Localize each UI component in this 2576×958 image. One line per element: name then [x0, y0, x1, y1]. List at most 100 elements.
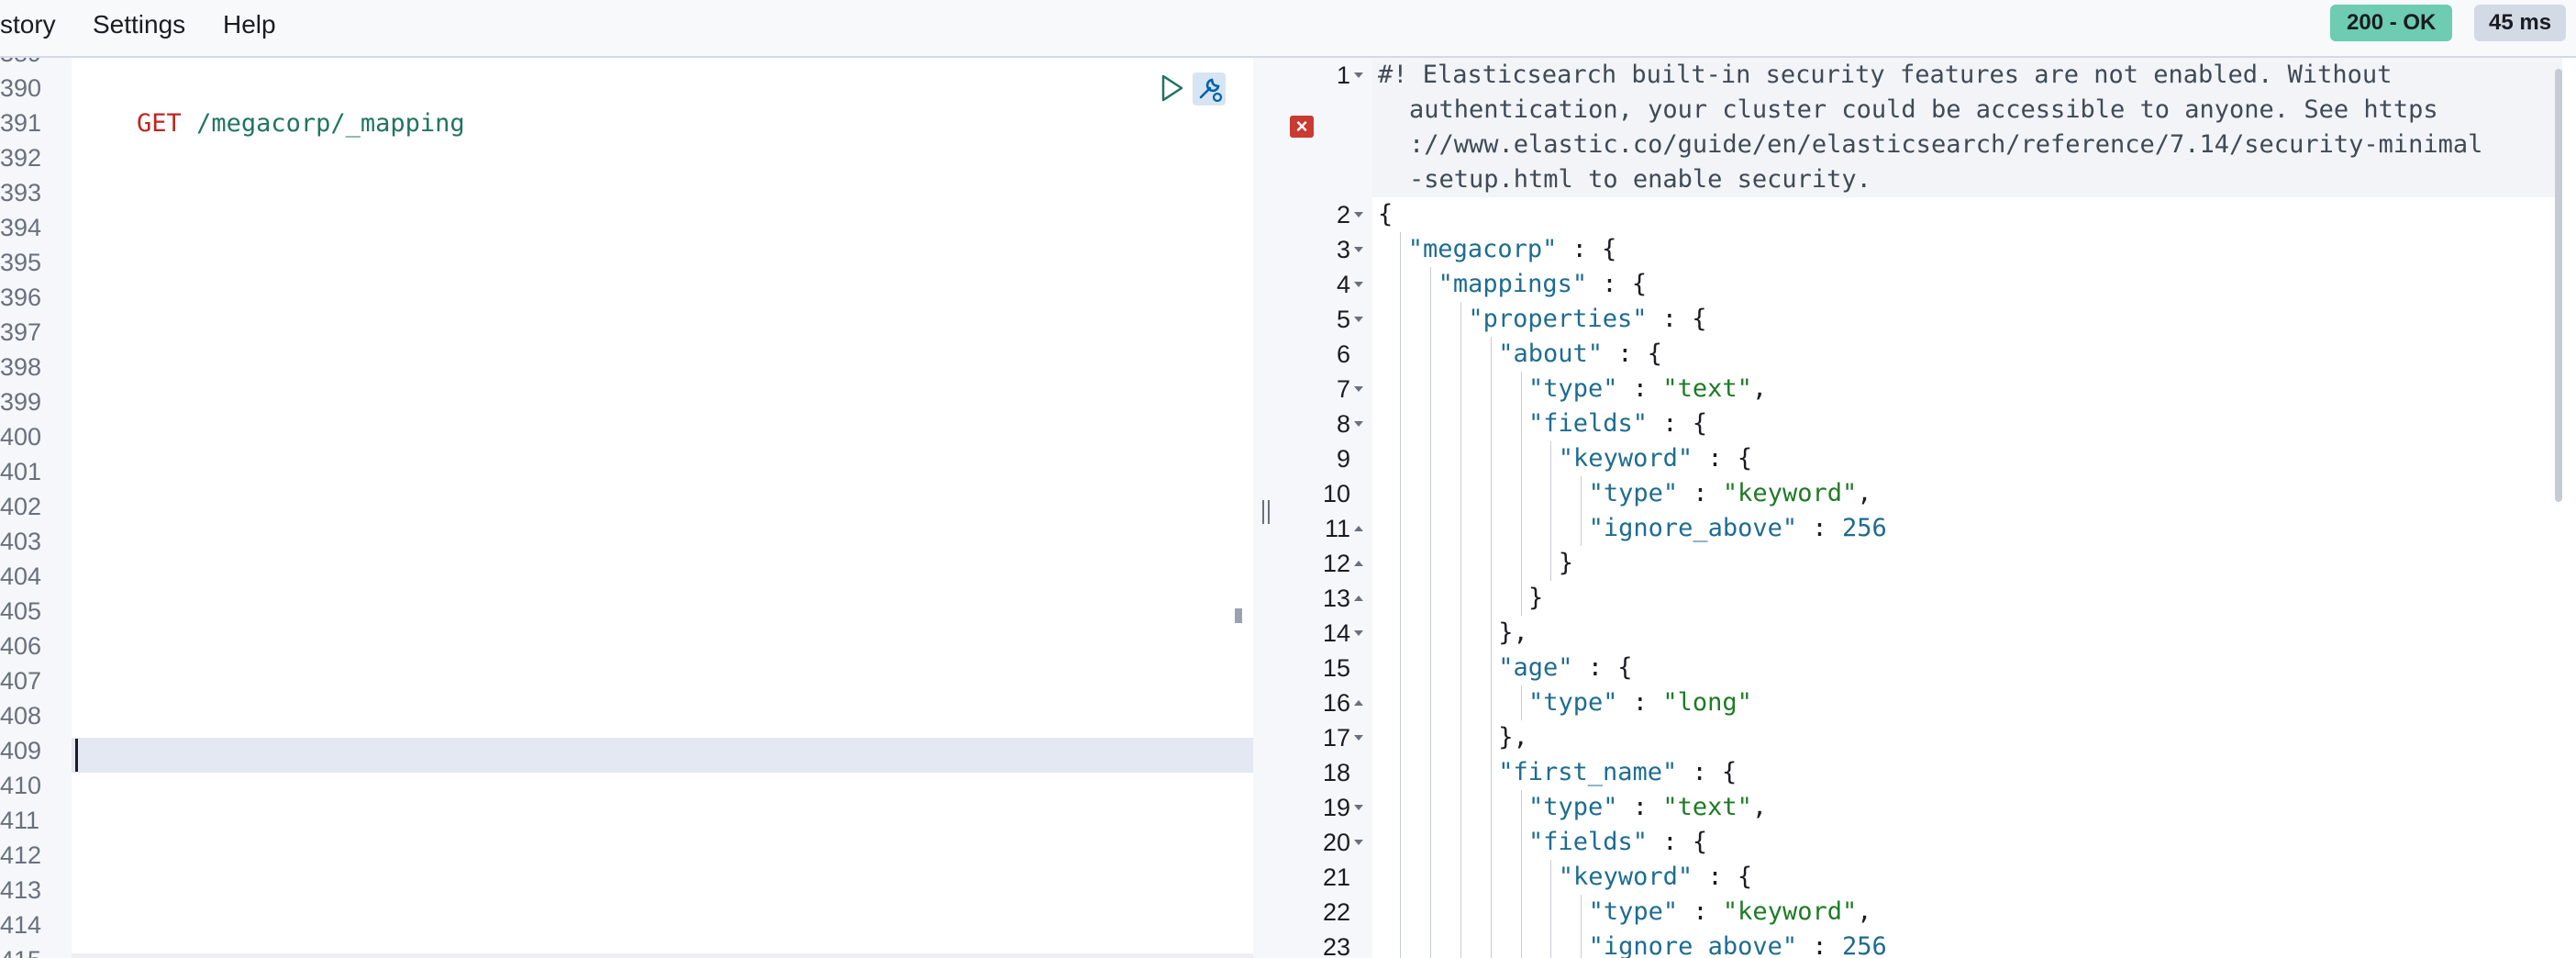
indent-guide [1400, 267, 1402, 302]
indent-guide [1400, 581, 1402, 616]
fold-collapse-icon[interactable] [1354, 72, 1363, 78]
indent-guide [1430, 895, 1432, 930]
indent-guide [1460, 302, 1461, 337]
output-line-number: 17 [1322, 724, 1350, 752]
indent-guide [1520, 825, 1522, 860]
indent-guide [1400, 337, 1402, 372]
indent-guide [1430, 860, 1432, 895]
request-editor[interactable]: 389 390 391 392 393 394 395 396 397 398 399 400 401 4… [0, 58, 1253, 958]
output-line-number: 14 [1322, 619, 1350, 647]
line-number: 389 [0, 58, 55, 71]
fold-collapse-icon[interactable] [1354, 282, 1363, 287]
json-sep: : { [1677, 758, 1738, 786]
response-output[interactable]: × 1 2 3 4 5 6 7 8 9 10 11 12 13 14 15 16 17 18 19 20 21 22 23{… [1281, 58, 2576, 958]
json-value: "long" [1662, 688, 1752, 717]
json-tail: , [1751, 793, 1768, 821]
play-icon[interactable] [1158, 72, 1185, 104]
json-line: "properties" : { [1468, 302, 1706, 337]
line-number: 398 [0, 353, 42, 381]
fold-end-icon[interactable] [1354, 596, 1363, 601]
indent-guide [1430, 372, 1432, 407]
indent-guide [1550, 511, 1552, 546]
json-line: "mappings" : { [1438, 267, 1648, 302]
fold-collapse-icon[interactable] [1354, 840, 1363, 845]
line-number: 401 [0, 458, 42, 485]
indent-guide [1550, 476, 1552, 511]
line-number: 390 [0, 74, 42, 102]
indent-guide [1400, 511, 1402, 546]
indent-guide [1430, 581, 1432, 616]
fold-collapse-icon[interactable] [1354, 247, 1363, 252]
json-key: "first_name" [1498, 758, 1678, 786]
indent-guide [1490, 372, 1492, 407]
horizontal-scrollbar[interactable] [72, 953, 1253, 958]
json-line: "type" : "long" [1528, 685, 1752, 720]
line-number: 415 [0, 942, 55, 958]
output-scrollbar[interactable] [2555, 69, 2562, 502]
indent-guide [1490, 651, 1492, 685]
json-value: 256 [1841, 514, 1887, 542]
json-value: "text" [1662, 793, 1752, 821]
json-value: "keyword" [1722, 897, 1858, 926]
json-tail: , [1857, 479, 1872, 507]
fold-collapse-icon[interactable] [1354, 805, 1363, 810]
line-number: 394 [0, 214, 42, 241]
fold-collapse-icon[interactable] [1354, 421, 1363, 427]
warning-line: -setup.html to enable security. [1409, 165, 1871, 194]
fold-collapse-icon[interactable] [1354, 386, 1363, 392]
indent-guide [1400, 720, 1402, 755]
json-value: "text" [1662, 374, 1752, 403]
indent-guide [1430, 546, 1432, 581]
output-line-number: 10 [1322, 480, 1350, 507]
menu-settings[interactable]: Settings [93, 9, 185, 40]
menu-help[interactable]: Help [223, 9, 276, 40]
json-sep: : { [1648, 828, 1708, 856]
resize-handle-icon[interactable] [1262, 500, 1270, 524]
output-line-number: 21 [1322, 863, 1350, 891]
output-line-number: 12 [1322, 550, 1350, 577]
output-line-number: 5 [1336, 306, 1350, 333]
fold-collapse-icon[interactable] [1354, 630, 1363, 636]
json-value: 256 [1841, 932, 1887, 958]
fold-collapse-icon[interactable] [1354, 735, 1363, 741]
indent-guide [1490, 407, 1492, 441]
wrench-icon[interactable] [1193, 72, 1226, 106]
indent-guide [1430, 337, 1432, 372]
indent-guide [1550, 546, 1552, 581]
request-line[interactable]: GET /megacorp/_mapping [77, 72, 465, 176]
json-sep: : { [1587, 270, 1648, 298]
line-number: 412 [0, 841, 42, 869]
indent-guide [1400, 930, 1402, 958]
json-key: "type" [1588, 897, 1679, 926]
fold-collapse-icon[interactable] [1354, 212, 1363, 217]
indent-guide [1490, 720, 1492, 755]
indent-guide [1430, 616, 1432, 651]
json-line: } [1559, 546, 1573, 581]
vertical-scrollbar[interactable] [1235, 608, 1242, 623]
indent-guide [1430, 825, 1432, 860]
indent-guide [1460, 441, 1461, 476]
indent-guide [1490, 546, 1492, 581]
json-key: "mappings" [1438, 270, 1588, 298]
fold-end-icon[interactable] [1354, 561, 1363, 566]
output-line-number: 4 [1336, 271, 1350, 298]
json-key: "age" [1498, 653, 1573, 682]
output-line-number: 23 [1322, 933, 1350, 958]
indent-guide [1520, 685, 1522, 720]
warning-line: authentication, your cluster could be ac… [1409, 95, 2438, 124]
indent-guide [1400, 825, 1402, 860]
line-number: 410 [0, 772, 42, 799]
json-line: } [1528, 581, 1543, 616]
json-line: "ignore_above" : 256 [1589, 930, 1887, 958]
fold-end-icon[interactable] [1354, 700, 1363, 706]
menu-history[interactable]: story [0, 9, 56, 40]
line-number: 400 [0, 423, 42, 451]
indent-guide [1460, 755, 1461, 790]
fold-end-icon[interactable] [1354, 526, 1363, 531]
line-number: 413 [0, 876, 42, 904]
indent-guide [1400, 651, 1402, 685]
fold-collapse-icon[interactable] [1354, 317, 1363, 322]
line-number: 404 [0, 563, 42, 590]
indent-guide [1400, 860, 1402, 895]
json-line: "fields" : { [1528, 825, 1707, 860]
